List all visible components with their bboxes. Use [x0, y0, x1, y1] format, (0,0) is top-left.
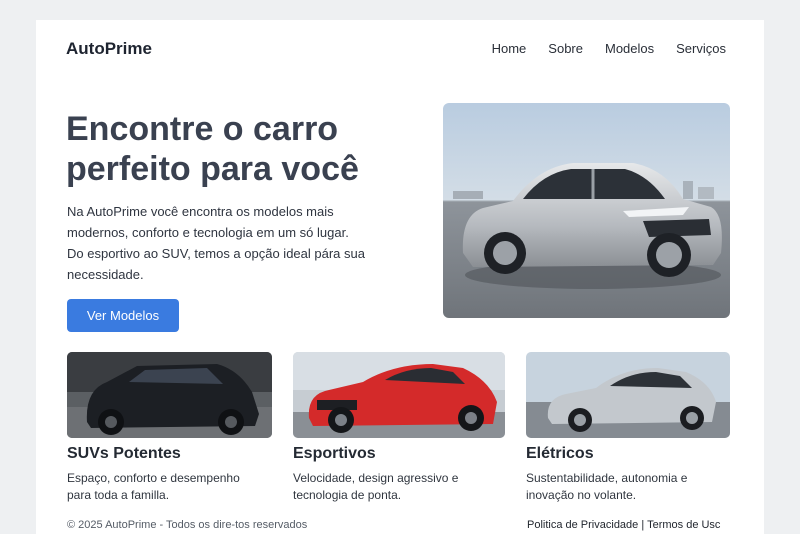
electric-car-image [526, 352, 730, 438]
card-esportivos-title: Esportivos [293, 445, 376, 462]
privacy-link[interactable]: Politica de Privacidade [527, 519, 638, 531]
card-suv[interactable]: SUVs Potentes Espaço, conforto e desempe… [67, 352, 272, 504]
brand-logo[interactable]: AutoPrime [66, 39, 152, 59]
card-esportivos[interactable]: Esportivos Velocidade, design agressivo … [293, 352, 505, 504]
footer-links: Politica de Privacidade | Termos de Usc [527, 519, 720, 531]
hero-title: Encontre o carro perfeito para você [66, 110, 359, 188]
main-nav: Home Sobre Modelos Serviços [492, 41, 726, 56]
card-esportivos-desc: Velocidade, design agressivo e tecnologi… [293, 471, 459, 502]
card-suv-title: SUVs Potentes [67, 445, 181, 462]
ver-modelos-button[interactable]: Ver Modelos [67, 299, 179, 332]
footer-separator: | [638, 519, 648, 531]
card-eletricos-desc: Sustentabilidade, autonomia e inovação n… [526, 471, 688, 502]
suv-image [67, 352, 272, 438]
nav-home[interactable]: Home [492, 41, 527, 56]
nav-sobre[interactable]: Sobre [548, 41, 583, 56]
nav-servicos[interactable]: Serviços [676, 41, 726, 56]
card-suv-desc: Espaço, conforto e desempenho para toda … [67, 471, 240, 502]
terms-link[interactable]: Termos de Usc [647, 519, 720, 531]
hero-car-image [443, 103, 730, 318]
card-eletricos-title: Elétricos [526, 445, 594, 462]
footer-copyright: © 2025 AutoPrime - Todos os dire-tos res… [67, 519, 308, 531]
page-container: AutoPrime Home Sobre Modelos Serviços En… [36, 20, 764, 534]
sports-car-image [293, 352, 505, 438]
card-eletricos[interactable]: Elétricos Sustentabilidade, autonomia e … [526, 352, 730, 504]
nav-modelos[interactable]: Modelos [605, 41, 654, 56]
hero-description: Na AutoPrime você encontra os modelos ma… [67, 204, 365, 282]
